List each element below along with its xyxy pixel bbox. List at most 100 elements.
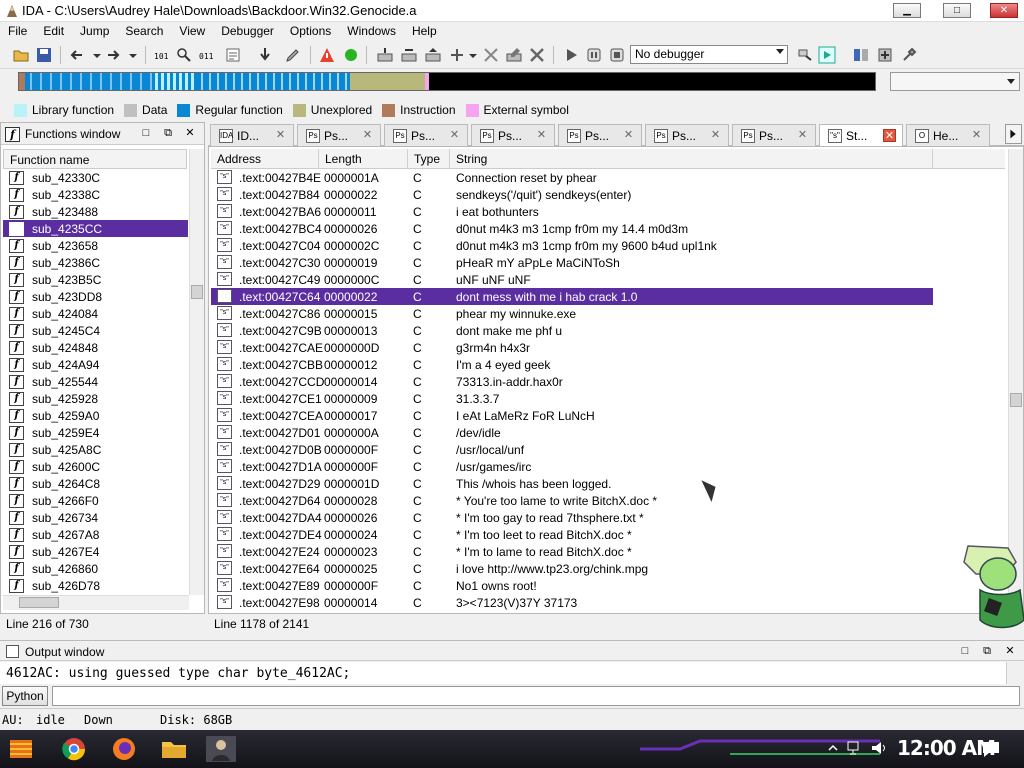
scrollbar-thumb[interactable] bbox=[19, 597, 59, 608]
close-pane-icon[interactable]: ✕ bbox=[183, 127, 197, 141]
python-button[interactable]: Python bbox=[2, 686, 48, 706]
string-row[interactable]: "s" .text:00427C49 0000000C CuNF uNF uNF bbox=[211, 271, 1005, 288]
menu-debugger[interactable]: Debugger bbox=[213, 22, 282, 41]
taskbar-clock[interactable]: 12:00 AM bbox=[897, 736, 996, 760]
function-list-item[interactable]: f sub_4267A8 bbox=[3, 526, 188, 543]
menu-file[interactable]: File bbox=[0, 22, 35, 41]
function-list-vertical-scrollbar[interactable] bbox=[189, 149, 204, 595]
save-icon[interactable] bbox=[35, 46, 53, 64]
string-row[interactable]: "s" .text:00427E64 00000025 Ci love http://… bbox=[211, 560, 1005, 577]
back-arrow-icon[interactable] bbox=[68, 46, 86, 64]
maximize-button[interactable]: □ bbox=[943, 3, 971, 18]
function-list-item[interactable]: f sub_4245C4 bbox=[3, 322, 188, 339]
string-row[interactable]: "s" .text:00427D29 0000001D C This /whois ha… bbox=[211, 475, 1005, 492]
string-row[interactable]: "s" .text:00427DA4 00000026 C * I'm too gay … bbox=[211, 509, 1005, 526]
string-row[interactable]: "s" .text:00427B84 00000022 Csendkeys('/qui… bbox=[211, 186, 1005, 203]
play-icon[interactable] bbox=[562, 46, 580, 64]
cross-reference-icon[interactable] bbox=[482, 46, 500, 64]
windows-layout-icon[interactable] bbox=[852, 46, 870, 64]
float-pane-icon[interactable]: ⧉ bbox=[980, 645, 994, 659]
menu-options[interactable]: Options bbox=[282, 22, 339, 41]
string-row[interactable]: "s" .text:00427C04 0000002C Cd0nut m4k3 m3 … bbox=[211, 237, 1005, 254]
function-list-item[interactable]: f sub_425544 bbox=[3, 373, 188, 390]
tab-close-icon[interactable]: ✕ bbox=[622, 129, 635, 142]
pause-icon[interactable] bbox=[585, 46, 603, 64]
close-x-icon[interactable] bbox=[528, 46, 546, 64]
output-vertical-scrollbar[interactable] bbox=[1006, 662, 1024, 684]
function-list-item[interactable]: f sub_425928 bbox=[3, 390, 188, 407]
immediate-search-icon[interactable]: 011 bbox=[198, 46, 216, 64]
menu-edit[interactable]: Edit bbox=[35, 22, 72, 41]
string-row[interactable]: "s" .text:00427CEA 00000017 C I eAt LaMeRz F… bbox=[211, 407, 1005, 424]
function-list-item[interactable]: f sub_4259A0 bbox=[3, 407, 188, 424]
tab-close-icon[interactable]: ✕ bbox=[970, 129, 983, 142]
file-explorer-icon[interactable] bbox=[158, 734, 190, 764]
string-row[interactable]: "s" .text:00427C64 00000022 Cdont mess with… bbox=[211, 288, 933, 305]
menu-search[interactable]: Search bbox=[117, 22, 171, 41]
float-pane-icon[interactable]: ⧉ bbox=[161, 127, 175, 141]
debugger-select[interactable]: No debugger bbox=[630, 45, 788, 64]
scrollbar-thumb[interactable] bbox=[191, 285, 203, 299]
navigation-band[interactable] bbox=[18, 72, 876, 91]
string-row[interactable]: "s" .text:00427B4E 0000001A C Connection res… bbox=[211, 169, 1005, 186]
string-row[interactable]: "s" .text:00427E24 00000023 C * I'm to lame … bbox=[211, 543, 1005, 560]
function-list-item[interactable]: f sub_4264C8 bbox=[3, 475, 188, 492]
function-list-item[interactable]: f sub_423488 bbox=[3, 203, 188, 220]
string-row[interactable]: "s" .text:00427BA6 00000011 Ci eat bothunte… bbox=[211, 203, 1005, 220]
tab-close-icon[interactable]: ✕ bbox=[535, 129, 548, 142]
function-list-item[interactable]: f sub_424084 bbox=[3, 305, 188, 322]
tab-5[interactable]: Ps Ps... ✕ bbox=[645, 124, 729, 146]
plugin-icon[interactable] bbox=[876, 46, 894, 64]
tab-7[interactable]: "s" St... ✕ bbox=[819, 124, 903, 147]
tab-close-icon[interactable]: ✕ bbox=[448, 129, 461, 142]
menu-help[interactable]: Help bbox=[404, 22, 445, 41]
string-row[interactable]: "s" .text:00427D64 00000028 C * You're too l… bbox=[211, 492, 1005, 509]
function-list-item[interactable]: f sub_423B5C bbox=[3, 271, 188, 288]
debug-step-icon[interactable] bbox=[796, 46, 814, 64]
download-arrow-icon[interactable] bbox=[256, 46, 274, 64]
string-row[interactable]: "s" .text:00427C86 00000015 Cphear my winnu… bbox=[211, 305, 1005, 322]
string-row[interactable]: "s" .text:00427DE4 00000024 C * I'm too leet… bbox=[211, 526, 1005, 543]
function-list-item[interactable]: f sub_423658 bbox=[3, 237, 188, 254]
tab-0[interactable]: IDA ID... ✕ bbox=[210, 124, 294, 146]
function-list-item[interactable]: f sub_425A8C bbox=[3, 441, 188, 458]
binary-search-icon[interactable]: 101 bbox=[152, 46, 170, 64]
tab-2[interactable]: Ps Ps... ✕ bbox=[384, 124, 468, 146]
edit-tool-icon[interactable] bbox=[284, 46, 302, 64]
maximize-pane-icon[interactable]: □ bbox=[958, 645, 972, 659]
string-row[interactable]: "s" .text:00427E98 00000014 C 3><7123(V)37Y … bbox=[211, 594, 1005, 611]
string-row[interactable]: "s" .text:00427BC4 00000026 Cd0nut m4k3 m3 … bbox=[211, 220, 1005, 237]
string-row[interactable]: "s" .text:00427C9B 00000013 Cdont make me p… bbox=[211, 322, 1005, 339]
string-row[interactable]: "s" .text:00427CCD 00000014 C 73313.in-addr.… bbox=[211, 373, 1005, 390]
column-header-type[interactable]: Type bbox=[408, 149, 450, 169]
minimize-button[interactable]: ▁ bbox=[893, 3, 921, 18]
scrollbar-thumb[interactable] bbox=[1010, 393, 1022, 407]
text-search-icon[interactable] bbox=[175, 46, 193, 64]
string-row[interactable]: "s" .text:00427D01 0000000A C/dev/idle bbox=[211, 424, 1005, 441]
segment-select[interactable] bbox=[890, 72, 1020, 91]
chevron-down-icon[interactable] bbox=[464, 46, 482, 64]
function-list-item[interactable]: f sub_4259E4 bbox=[3, 424, 188, 441]
menu-view[interactable]: View bbox=[171, 22, 213, 41]
volume-icon[interactable] bbox=[870, 739, 888, 757]
tab-3[interactable]: Ps Ps... ✕ bbox=[471, 124, 555, 146]
function-list-item[interactable]: f sub_4235CC bbox=[3, 220, 188, 237]
menu-jump[interactable]: Jump bbox=[72, 22, 117, 41]
string-row[interactable]: "s" .text:00427CBB 00000012 C I'm a 4 eyed g… bbox=[211, 356, 1005, 373]
function-list-item[interactable]: f sub_424848 bbox=[3, 339, 188, 356]
function-list-item[interactable]: f sub_42386C bbox=[3, 254, 188, 271]
patch-icon[interactable] bbox=[505, 46, 523, 64]
string-row[interactable]: "s" .text:00427CAE 0000000D Cg3rm4n h4x3r bbox=[211, 339, 1005, 356]
debug-run-icon[interactable] bbox=[818, 46, 836, 64]
tab-4[interactable]: Ps Ps... ✕ bbox=[558, 124, 642, 146]
function-list-item[interactable]: f sub_42338C bbox=[3, 186, 188, 203]
tools-icon[interactable] bbox=[900, 46, 918, 64]
function-list-item[interactable]: f sub_42330C bbox=[3, 169, 188, 186]
firefox-icon[interactable] bbox=[108, 734, 140, 764]
string-row[interactable]: "s" .text:00427CE1 00000009 C 31.3.3.7 bbox=[211, 390, 1005, 407]
string-row[interactable]: "s" .text:00427D0B 0000000F C/usr/local/unf bbox=[211, 441, 1005, 458]
stop-icon[interactable] bbox=[608, 46, 626, 64]
tab-close-icon[interactable]: ✕ bbox=[883, 129, 896, 142]
function-list-item[interactable]: f sub_42600C bbox=[3, 458, 188, 475]
struct-tool-icon[interactable] bbox=[424, 46, 442, 64]
